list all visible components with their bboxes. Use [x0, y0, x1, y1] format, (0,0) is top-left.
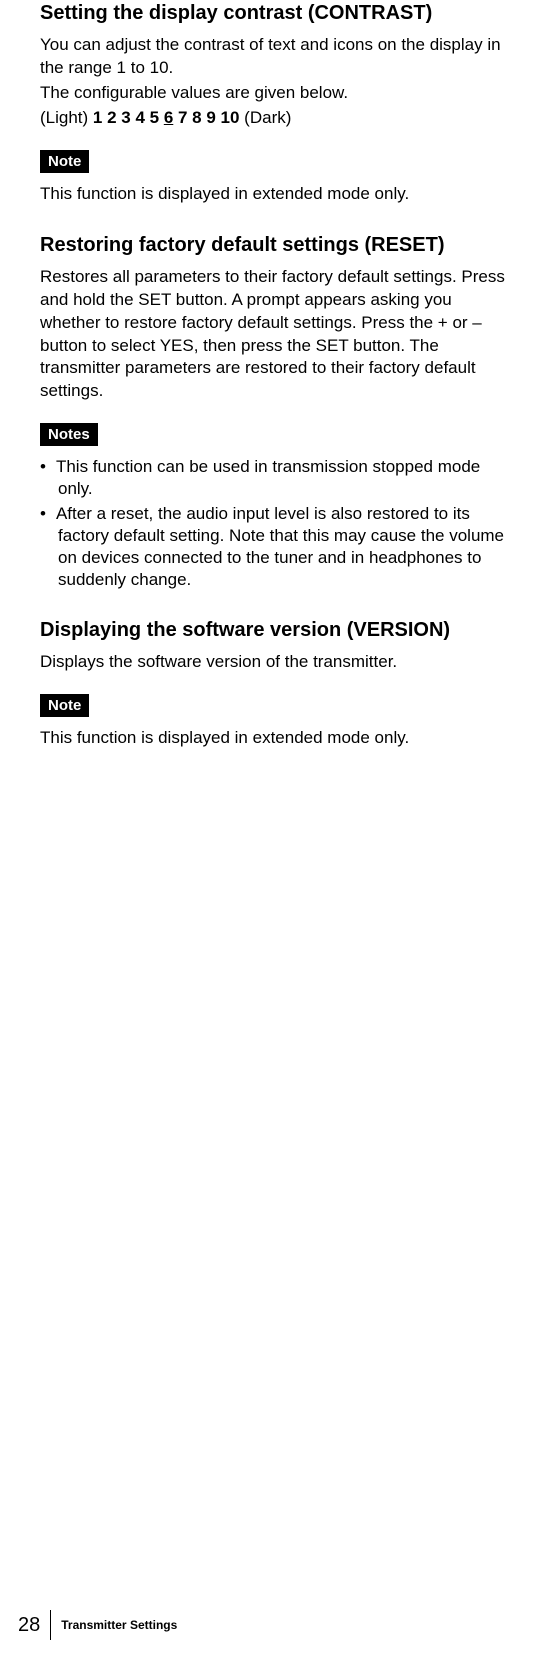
contrast-default-value: 6	[164, 108, 173, 127]
heading-contrast: Setting the display contrast (CONTRAST)	[40, 0, 516, 26]
contrast-body-1: You can adjust the contrast of text and …	[40, 34, 516, 80]
version-body: Displays the software version of the tra…	[40, 651, 516, 674]
footer-divider	[50, 1610, 51, 1640]
contrast-body-2: The configurable values are given below.	[40, 82, 516, 105]
page-number: 28	[18, 1614, 50, 1637]
contrast-numbers-post: 7 8 9 10	[173, 108, 239, 127]
reset-note-1: This function can be used in transmissio…	[40, 456, 516, 500]
note-badge-version: Note	[40, 694, 89, 717]
heading-version: Displaying the software version (VERSION…	[40, 617, 516, 643]
reset-notes-list: This function can be used in transmissio…	[40, 456, 516, 591]
contrast-note-text: This function is displayed in extended m…	[40, 183, 516, 206]
contrast-dark-label: (Dark)	[239, 108, 291, 127]
contrast-light-label: (Light)	[40, 108, 93, 127]
contrast-numbers-pre: 1 2 3 4 5	[93, 108, 164, 127]
contrast-values-line: (Light) 1 2 3 4 5 6 7 8 9 10 (Dark)	[40, 107, 516, 130]
version-note-text: This function is displayed in extended m…	[40, 727, 516, 750]
reset-note-2: After a reset, the audio input level is …	[40, 503, 516, 591]
reset-body: Restores all parameters to their factory…	[40, 266, 516, 404]
note-badge: Note	[40, 150, 89, 173]
footer-title: Transmitter Settings	[61, 1618, 177, 1632]
notes-badge: Notes	[40, 423, 98, 446]
page-footer: 28 Transmitter Settings	[18, 1610, 177, 1640]
heading-reset: Restoring factory default settings (RESE…	[40, 232, 516, 258]
